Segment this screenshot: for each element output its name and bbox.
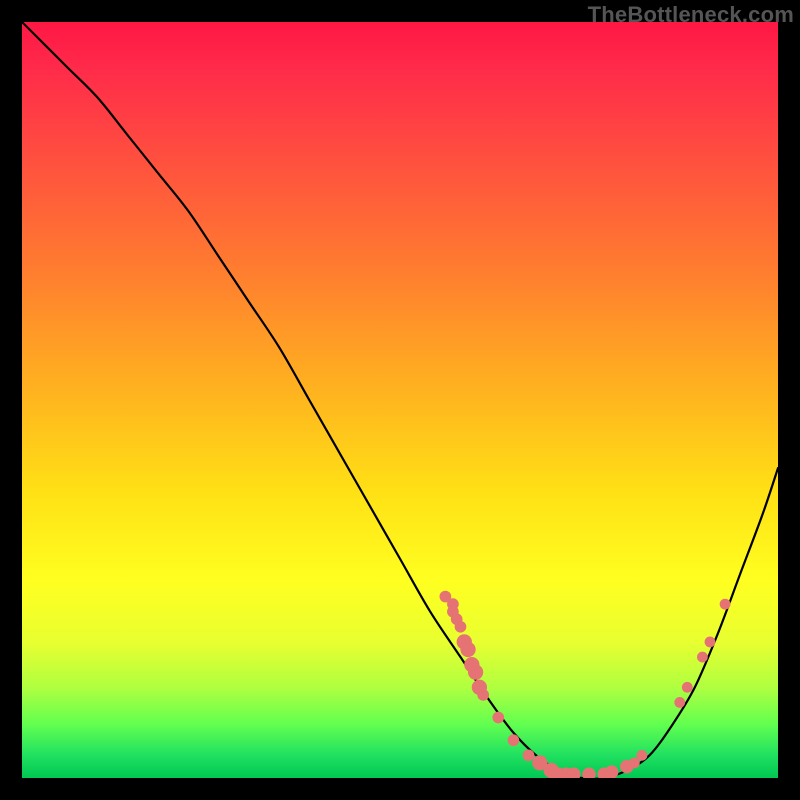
marker-dot [697, 652, 708, 663]
curve-svg [22, 22, 778, 778]
chart-frame: TheBottleneck.com [0, 0, 800, 800]
marker-dot [705, 637, 716, 648]
marker-dot [492, 712, 504, 724]
bottleneck-curve [22, 22, 778, 778]
marker-dot [674, 697, 685, 708]
marker-dot [523, 749, 535, 761]
marker-dot [468, 665, 483, 680]
marker-dot [455, 621, 467, 633]
marker-dot [508, 734, 520, 746]
marker-dot [637, 750, 648, 761]
marker-dot [460, 642, 475, 657]
marker-dot [682, 682, 693, 693]
marker-dot [605, 765, 619, 778]
marker-dot [720, 599, 731, 610]
plot-area [22, 22, 778, 778]
marker-dot [477, 689, 489, 701]
curve-markers [440, 591, 731, 778]
marker-dot [582, 767, 596, 778]
